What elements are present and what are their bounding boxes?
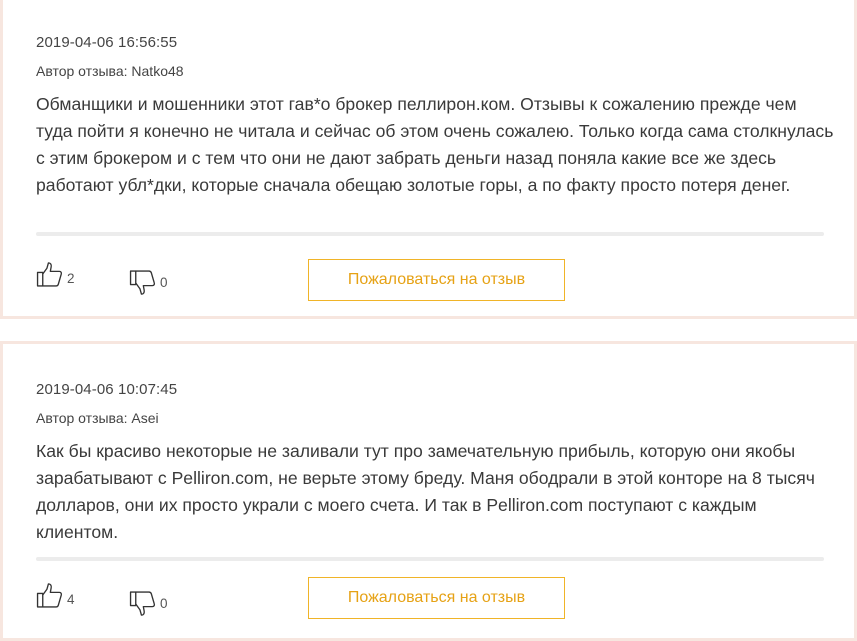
review-date: 2019-04-06 16:56:55 xyxy=(36,34,178,51)
thumbs-down-icon xyxy=(129,269,156,296)
review-card: 2019-04-06 16:56:55 Автор отзыва: Natko4… xyxy=(0,0,857,319)
thumbs-down-icon xyxy=(129,590,156,617)
like-count: 2 xyxy=(67,270,75,286)
review-author: Автор отзыва: Natko48 xyxy=(36,63,184,79)
divider xyxy=(36,232,824,236)
dislike-count: 0 xyxy=(160,274,168,290)
like-button[interactable]: 2 xyxy=(36,259,75,289)
dislike-button[interactable]: 0 xyxy=(129,267,168,297)
thumbs-up-icon xyxy=(36,261,63,288)
divider xyxy=(36,557,824,561)
review-text: Как бы красиво некоторые не заливали тут… xyxy=(36,441,815,542)
thumbs-up-icon xyxy=(36,582,63,609)
like-count: 4 xyxy=(67,591,75,607)
review-date: 2019-04-06 10:07:45 xyxy=(36,381,178,398)
review-card: 2019-04-06 10:07:45 Автор отзыва: Asei К… xyxy=(0,341,857,641)
dislike-count: 0 xyxy=(160,595,168,611)
report-review-button[interactable]: Пожаловаться на отзыв xyxy=(308,577,565,619)
report-review-button[interactable]: Пожаловаться на отзыв xyxy=(308,259,565,301)
review-text: Обманщики и мошенники этот гав*о брокер … xyxy=(36,94,834,195)
dislike-button[interactable]: 0 xyxy=(129,588,168,618)
review-author: Автор отзыва: Asei xyxy=(36,410,159,426)
